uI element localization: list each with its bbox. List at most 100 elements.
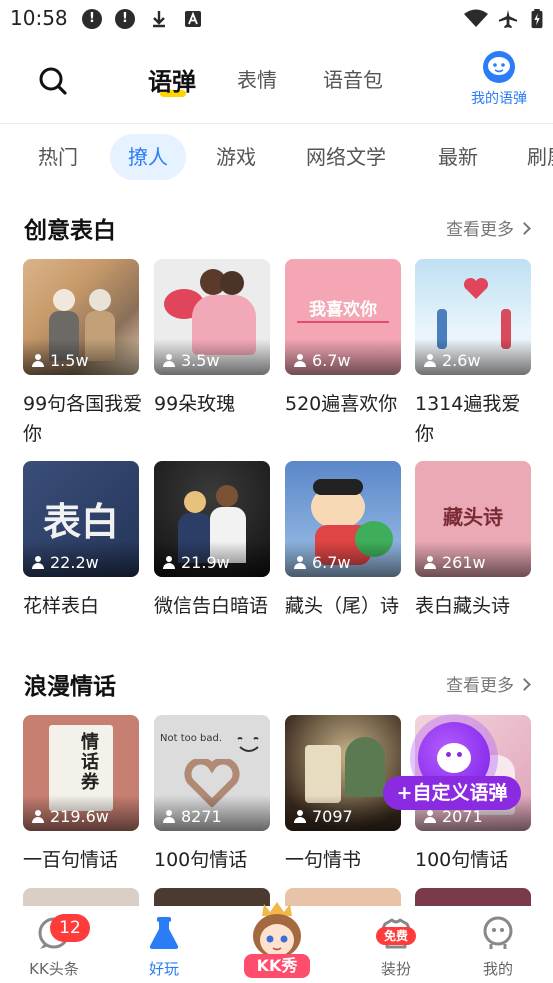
person-icon	[294, 556, 306, 569]
flask-icon	[149, 917, 179, 949]
status-bar: 10:58 ! !	[0, 0, 553, 38]
thumbnail-caption: 我喜欢你	[309, 300, 377, 320]
card-thumbnail: 1.5w	[23, 259, 139, 375]
nav-dress-up[interactable]: 装扮	[356, 914, 436, 979]
danmu-card[interactable]: 21.9w 微信告白暗语	[154, 461, 270, 621]
view-count: 1.5w	[32, 351, 89, 370]
nav-me[interactable]: 我的	[458, 914, 538, 979]
heart-icon	[463, 277, 489, 299]
card-title: 微信告白暗语	[154, 595, 269, 617]
person-icon	[163, 354, 175, 367]
nav-label: KK头条	[29, 960, 79, 978]
smile-icon	[237, 737, 259, 752]
free-badge: 免费	[376, 927, 416, 945]
tab-voice-pack[interactable]: 语音包	[323, 64, 383, 93]
card-title: 一句情书	[285, 849, 362, 871]
see-more-link[interactable]: 查看更多	[446, 671, 531, 696]
danmu-card[interactable]: Not too bad. 8271 100句情话	[154, 715, 270, 875]
view-count: 8271	[163, 807, 222, 826]
person-icon	[163, 810, 175, 823]
card-thumbnail: 3.5w	[154, 259, 270, 375]
danmu-card[interactable]: 藏头诗 261w 表白藏头诗	[415, 461, 531, 621]
card-thumbnail: 7097	[285, 715, 401, 831]
category-spam[interactable]: 刷屏	[527, 134, 553, 180]
thumbnail-caption: 情话券	[81, 732, 99, 793]
tab-emoji[interactable]: 表情	[237, 64, 277, 93]
see-more-link[interactable]: 查看更多	[446, 215, 531, 240]
person-icon	[424, 556, 436, 569]
person-icon	[163, 556, 175, 569]
danmu-card[interactable]: 情话券 219.6w 一百句情话	[23, 715, 139, 875]
card-title: 520遍喜欢你	[285, 393, 398, 415]
alert-icon: !	[115, 9, 135, 29]
person-icon	[32, 354, 44, 367]
category-flirt[interactable]: 撩人	[110, 134, 186, 180]
card-thumbnail: 6.7w	[285, 461, 401, 577]
view-count: 261w	[424, 553, 486, 572]
category-hot[interactable]: 热门	[38, 134, 78, 180]
kk-show-label: KK秀	[244, 954, 310, 978]
nav-fun[interactable]: 好玩	[124, 914, 204, 979]
download-icon	[153, 11, 165, 28]
card-thumbnail: 表白 22.2w	[23, 461, 139, 577]
section-title: 创意表白	[24, 218, 116, 244]
notification-badge: 12	[50, 914, 90, 942]
card-title: 99句各国我爱你	[23, 393, 143, 445]
thumbnail-caption: Not too bad.	[160, 733, 223, 744]
tab-danmu[interactable]: 语弹	[148, 62, 196, 97]
thumbnail-caption: 表白	[42, 500, 119, 544]
danmu-card[interactable]: 我喜欢你 6.7w 520遍喜欢你	[285, 259, 401, 419]
card-title: 花样表白	[23, 595, 100, 617]
person-icon	[424, 354, 436, 367]
my-danmu-button[interactable]: 我的语弹	[462, 50, 536, 108]
card-title: 100句情话	[415, 849, 509, 871]
text-a-icon	[185, 11, 201, 27]
person-icon	[294, 810, 306, 823]
category-web-literature[interactable]: 网络文学	[306, 134, 386, 180]
section-title: 浪漫情话	[24, 674, 116, 700]
danmu-card[interactable]: 2.6w 1314遍我爱你	[415, 259, 531, 449]
view-count: 6.7w	[294, 351, 351, 370]
nav-label: 好玩	[148, 960, 179, 978]
see-more-label: 查看更多	[446, 676, 514, 696]
search-icon[interactable]	[36, 64, 70, 98]
danmu-card[interactable]: 1.5w 99句各国我爱你	[23, 259, 142, 449]
view-count: 21.9w	[163, 553, 230, 572]
person-icon	[424, 810, 436, 823]
chevron-right-icon	[518, 678, 531, 691]
card-title: 表白藏头诗	[415, 595, 511, 617]
category-latest[interactable]: 最新	[438, 134, 478, 180]
top-header: 语弹 表情 语音包 我的语弹	[0, 38, 553, 124]
battery-icon	[531, 9, 543, 29]
person-icon	[32, 556, 44, 569]
nav-label: 装扮	[380, 960, 411, 978]
nav-label: 我的	[482, 960, 513, 978]
card-thumbnail: 2.6w	[415, 259, 531, 375]
view-count: 22.2w	[32, 553, 99, 572]
my-danmu-label: 我的语弹	[471, 91, 527, 107]
card-thumbnail: 情话券 219.6w	[23, 715, 139, 831]
wifi-icon	[464, 9, 488, 27]
thumbnail-caption: 藏头诗	[443, 505, 503, 529]
card-thumbnail: 21.9w	[154, 461, 270, 577]
danmu-card[interactable]: 表白 22.2w 花样表白	[23, 461, 139, 621]
danmu-card[interactable]: 3.5w 99朵玫瑰	[154, 259, 270, 419]
user-face-icon	[483, 916, 513, 949]
view-count: 6.7w	[294, 553, 351, 572]
airplane-icon	[498, 9, 518, 29]
danmu-card[interactable]: 6.7w 藏头（尾）诗	[285, 461, 401, 621]
card-title: 99朵玫瑰	[154, 393, 236, 415]
custom-danmu-button[interactable]: +自定义语弹	[383, 776, 521, 810]
category-games[interactable]: 游戏	[216, 134, 256, 180]
view-count: 2.6w	[424, 351, 481, 370]
card-title: 藏头（尾）诗	[285, 595, 400, 617]
category-bar: 热门 撩人 游戏 网络文学 最新 刷屏	[0, 124, 553, 192]
card-title: 100句情话	[154, 849, 248, 871]
card-title: 一百句情话	[23, 849, 119, 871]
see-more-label: 查看更多	[446, 220, 514, 240]
nav-kk-show[interactable]: KK秀	[240, 902, 314, 982]
card-thumbnail: 藏头诗 261w	[415, 461, 531, 577]
my-danmu-avatar-icon	[483, 51, 515, 83]
anime-avatar-icon	[253, 902, 301, 958]
view-count: 219.6w	[32, 807, 109, 826]
